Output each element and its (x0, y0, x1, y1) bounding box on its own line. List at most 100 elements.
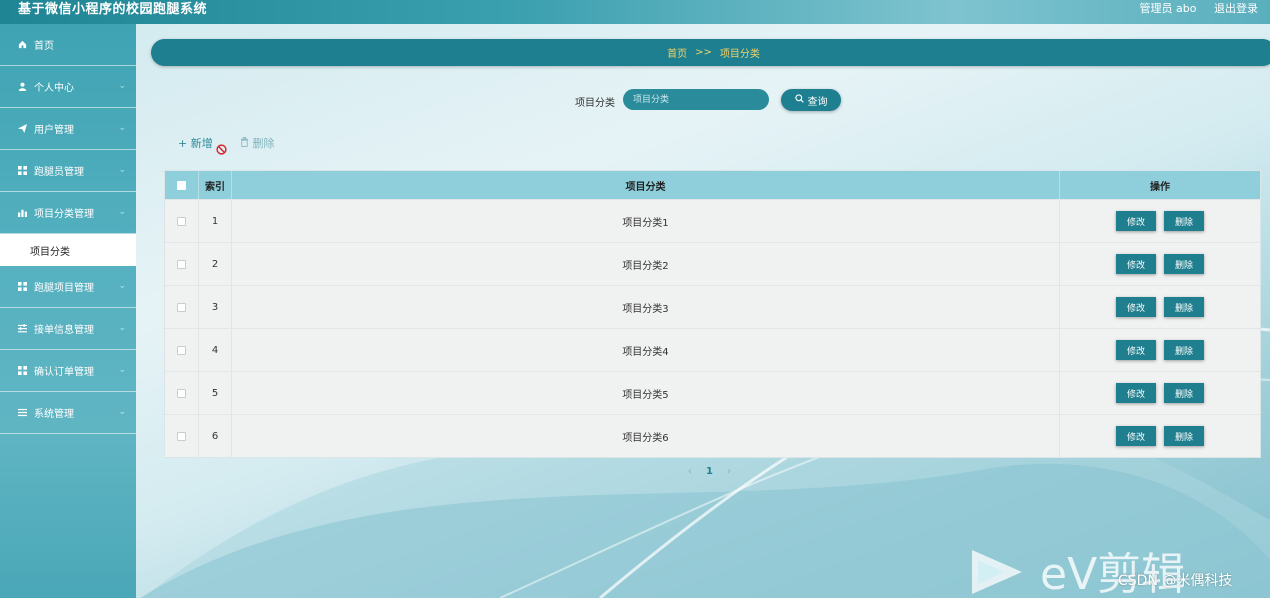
sidebar-item-category-mgmt[interactable]: 项目分类管理 ⌄ (0, 192, 136, 234)
trash-icon (240, 137, 253, 150)
sidebar-item-users[interactable]: 用户管理 ⌄ (0, 108, 136, 150)
row-actions: 修改 删除 (1060, 286, 1260, 328)
delete-button[interactable]: 删除 (1164, 340, 1204, 360)
row-actions: 修改 删除 (1060, 243, 1260, 285)
send-icon (16, 124, 28, 133)
table-body: 1 项目分类1 修改 删除 2 项目分类2 修改 删除 3 项目分类3 修改 删除 4 项目分类4 修改 删除… (165, 199, 1260, 457)
add-button-label: 新增 (190, 137, 213, 150)
sidebar-item-label: 系统管理 (34, 409, 74, 420)
page-number-current[interactable]: 1 (706, 466, 713, 477)
row-index: 5 (199, 372, 232, 414)
delete-button[interactable]: 删除 (1164, 211, 1204, 231)
sidebar-item-label: 跑腿员管理 (34, 167, 84, 178)
sidebar-item-profile[interactable]: 个人中心 ⌄ (0, 66, 136, 108)
breadcrumb: 首页 >> 项目分类 (151, 39, 1270, 66)
breadcrumb-separator: >> (695, 47, 712, 58)
row-checkbox-cell (165, 329, 199, 371)
row-checkbox-cell (165, 286, 199, 328)
row-category: 项目分类4 (232, 329, 1060, 371)
next-page-button[interactable]: › (727, 466, 731, 477)
sidebar: 首页 个人中心 ⌄ 用户管理 ⌄ 跑腿员管理 ⌄ 项目分类管理 ⌄ 项目分类 跑… (0, 24, 136, 598)
search-button-label: 查询 (807, 96, 828, 108)
add-button[interactable]: + 新增 (178, 135, 213, 151)
sidebar-item-orders-taken[interactable]: 接单信息管理 ⌄ (0, 308, 136, 350)
row-index: 4 (199, 329, 232, 371)
chevron-down-icon: ⌄ (118, 323, 126, 333)
row-checkbox-cell (165, 243, 199, 285)
select-all-cell (165, 171, 199, 199)
chevron-down-icon: ⌄ (118, 165, 126, 175)
row-category: 项目分类1 (232, 200, 1060, 242)
ban-cursor-icon (216, 144, 227, 155)
app-title: 基于微信小程序的校园跑腿系统 (18, 2, 208, 17)
edit-button[interactable]: 修改 (1116, 340, 1156, 360)
search-icon (794, 94, 804, 106)
home-icon (16, 40, 28, 49)
edit-button[interactable]: 修改 (1116, 297, 1156, 317)
sidebar-item-home[interactable]: 首页 (0, 24, 136, 66)
row-checkbox[interactable] (177, 216, 186, 226)
delete-button[interactable]: 删除 (1164, 426, 1204, 446)
delete-button[interactable]: 删除 (1164, 383, 1204, 403)
table-row: 3 项目分类3 修改 删除 (165, 285, 1260, 328)
top-bar: 基于微信小程序的校园跑腿系统 管理员 abo 退出登录 (0, 0, 1270, 24)
row-index: 3 (199, 286, 232, 328)
edit-button[interactable]: 修改 (1116, 211, 1156, 231)
row-index: 1 (199, 200, 232, 242)
plus-icon: + (178, 137, 188, 150)
search-label: 项目分类 (575, 98, 615, 109)
sidebar-item-label: 确认订单管理 (34, 367, 94, 378)
table-row: 5 项目分类5 修改 删除 (165, 371, 1260, 414)
row-checkbox[interactable] (177, 431, 186, 441)
chevron-down-icon: ⌄ (118, 281, 126, 291)
search-button[interactable]: 查询 (781, 89, 841, 111)
breadcrumb-current: 项目分类 (719, 49, 760, 60)
table-row: 2 项目分类2 修改 删除 (165, 242, 1260, 285)
edit-button[interactable]: 修改 (1116, 383, 1156, 403)
row-category: 项目分类6 (232, 415, 1060, 457)
row-checkbox[interactable] (177, 388, 186, 398)
sidebar-item-errand-projects[interactable]: 跑腿项目管理 ⌄ (0, 266, 136, 308)
sidebar-subitem-category[interactable]: 项目分类 (0, 234, 136, 266)
row-checkbox[interactable] (177, 259, 186, 269)
row-checkbox-cell (165, 372, 199, 414)
select-all-checkbox[interactable] (177, 180, 186, 190)
bar-chart-icon (16, 208, 28, 217)
row-category: 项目分类5 (232, 372, 1060, 414)
sidebar-item-runners[interactable]: 跑腿员管理 ⌄ (0, 150, 136, 192)
sidebar-item-label: 项目分类管理 (34, 209, 94, 220)
chevron-down-icon: ⌄ (118, 365, 126, 375)
row-category: 项目分类2 (232, 243, 1060, 285)
row-actions: 修改 删除 (1060, 200, 1260, 242)
user-area: 管理员 abo 退出登录 (1126, 0, 1258, 16)
row-checkbox[interactable] (177, 302, 186, 312)
column-header-category: 项目分类 (232, 171, 1060, 199)
pagination: ‹ 1 › (688, 466, 731, 477)
batch-delete-button[interactable]: 删除 (240, 135, 275, 151)
breadcrumb-home[interactable]: 首页 (667, 45, 687, 60)
prev-page-button[interactable]: ‹ (688, 466, 692, 477)
chevron-down-icon: ⌄ (118, 123, 126, 133)
row-index: 6 (199, 415, 232, 457)
delete-button[interactable]: 删除 (1164, 297, 1204, 317)
search-input[interactable] (623, 89, 769, 110)
row-actions: 修改 删除 (1060, 415, 1260, 457)
sidebar-item-label: 接单信息管理 (34, 325, 94, 336)
grid-icon (16, 166, 28, 175)
chevron-down-icon: ⌄ (118, 207, 126, 217)
user-icon (16, 82, 28, 91)
row-checkbox-cell (165, 200, 199, 242)
row-checkbox[interactable] (177, 345, 186, 355)
row-checkbox-cell (165, 415, 199, 457)
edit-button[interactable]: 修改 (1116, 254, 1156, 274)
table-row: 4 项目分类4 修改 删除 (165, 328, 1260, 371)
sidebar-item-confirm-orders[interactable]: 确认订单管理 ⌄ (0, 350, 136, 392)
sidebar-item-system[interactable]: 系统管理 ⌄ (0, 392, 136, 434)
table-header: 索引 项目分类 操作 (165, 171, 1260, 199)
delete-button[interactable]: 删除 (1164, 254, 1204, 274)
edit-button[interactable]: 修改 (1116, 426, 1156, 446)
grid-icon (16, 366, 28, 375)
logout-link[interactable]: 退出登录 (1214, 2, 1258, 15)
table-row: 1 项目分类1 修改 删除 (165, 199, 1260, 242)
user-label: 管理员 abo (1139, 2, 1197, 15)
